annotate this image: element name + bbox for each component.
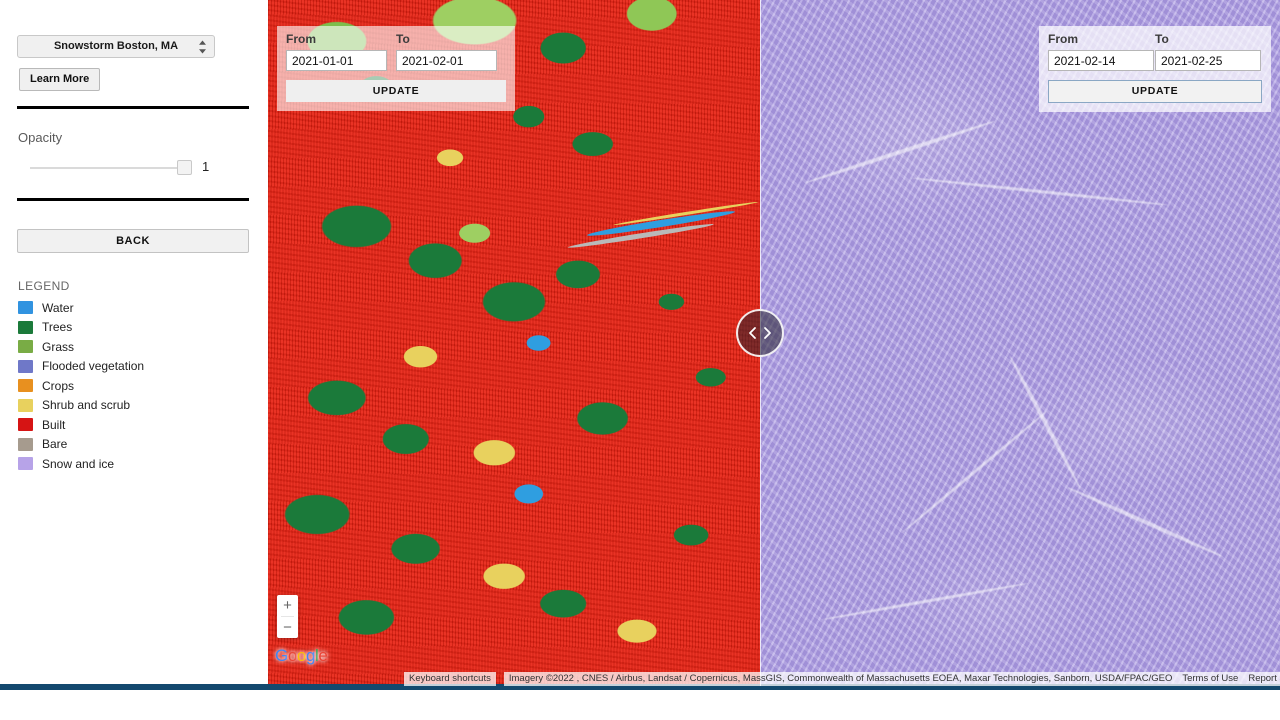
spinner-arrows-icon	[198, 40, 207, 53]
zoom-out-button[interactable]: −	[277, 617, 298, 638]
legend-item: Snow and ice	[18, 454, 248, 474]
legend-item: Bare	[18, 435, 248, 455]
legend-swatch	[18, 398, 33, 412]
legend-swatch	[18, 379, 33, 393]
legend-item: Shrub and scrub	[18, 396, 248, 416]
learn-more-button[interactable]: Learn More	[19, 68, 101, 91]
legend-item: Built	[18, 415, 248, 435]
dataset-select-wrapper: Snowstorm Boston, MA	[17, 35, 215, 58]
dataset-select[interactable]: Snowstorm Boston, MA	[17, 35, 215, 58]
back-button[interactable]: BACK	[17, 229, 249, 253]
left-to-col: To	[396, 32, 506, 71]
legend-item-label: Crops	[42, 378, 75, 393]
legend-item-label: Built	[42, 417, 66, 432]
right-to-input[interactable]	[1155, 50, 1261, 71]
legend-list: Water Trees Grass Flooded vegetation Crops Sh…	[18, 298, 248, 474]
left-date-fields: From To	[286, 32, 506, 71]
left-from-input[interactable]	[286, 50, 387, 71]
terrain-ridge	[804, 119, 996, 185]
legend-swatch	[18, 437, 33, 451]
legend-item: Water	[18, 298, 248, 318]
divider-top	[17, 106, 249, 109]
left-update-button[interactable]: UPDATE	[286, 80, 506, 102]
zoom-controls: + −	[277, 595, 298, 638]
legend-item-label: Shrub and scrub	[42, 398, 131, 413]
app-root: Snowstorm Boston, MA Learn More Opacity …	[0, 0, 1280, 720]
bottom-white-strip	[0, 690, 1280, 720]
google-logo-e: e	[318, 646, 328, 665]
opacity-label: Opacity	[18, 130, 63, 145]
right-date-panel: From To UPDATE	[1039, 26, 1271, 112]
google-logo-g1: G	[275, 646, 288, 665]
legend-swatch	[18, 301, 33, 315]
zoom-in-button[interactable]: +	[277, 595, 298, 616]
map-attribution-bar: Keyboard shortcuts Imagery ©2022 , CNES …	[268, 672, 1280, 686]
google-logo-o2: o	[296, 646, 306, 665]
swipe-left-right-arrows-icon	[747, 326, 773, 340]
terrain-ridge	[1008, 354, 1082, 490]
opacity-value: 1	[202, 159, 210, 174]
legend-swatch	[18, 359, 33, 373]
right-from-label: From	[1048, 32, 1078, 46]
terms-of-use-link[interactable]: Terms of Use	[1177, 672, 1244, 686]
legend-swatch	[18, 340, 33, 354]
legend-swatch	[18, 418, 33, 432]
right-from-col: From	[1048, 32, 1155, 71]
legend-item-label: Snow and ice	[42, 456, 115, 471]
keyboard-shortcuts-button[interactable]: Keyboard shortcuts	[404, 672, 496, 686]
terrain-ridge	[901, 409, 1049, 534]
legend-swatch	[18, 457, 33, 471]
legend-item-label: Flooded vegetation	[42, 359, 145, 374]
report-map-error-link[interactable]: Report a map error	[1243, 672, 1280, 686]
google-logo-o1: o	[287, 646, 297, 665]
opacity-slider-track[interactable]	[30, 167, 185, 169]
legend-item: Trees	[18, 318, 248, 338]
terrain-ridge	[821, 581, 1029, 622]
right-to-label: To	[1155, 32, 1169, 46]
dataset-select-value: Snowstorm Boston, MA	[53, 40, 179, 52]
opacity-slider[interactable]: 1	[30, 158, 240, 178]
legend-item-label: Grass	[42, 339, 75, 354]
left-to-input[interactable]	[396, 50, 497, 71]
imagery-attribution: Imagery ©2022 , CNES / Airbus, Landsat /…	[503, 672, 1178, 686]
left-from-col: From	[286, 32, 396, 71]
left-date-panel: From To UPDATE	[277, 26, 515, 111]
swipe-handle[interactable]	[736, 309, 784, 357]
google-logo-g2: g	[305, 646, 316, 665]
legend-swatch	[18, 320, 33, 334]
right-update-button[interactable]: UPDATE	[1048, 80, 1262, 103]
right-to-col: To	[1155, 32, 1262, 71]
left-from-label: From	[286, 32, 316, 46]
legend-item-label: Trees	[42, 320, 73, 335]
terrain-ridge	[1066, 485, 1224, 559]
legend-item-label: Water	[42, 300, 74, 315]
divider-bottom	[17, 198, 249, 201]
legend-item: Grass	[18, 337, 248, 357]
right-date-fields: From To	[1048, 32, 1262, 71]
left-to-label: To	[396, 32, 410, 46]
opacity-slider-thumb[interactable]	[177, 160, 192, 175]
map-canvas[interactable]: From To UPDATE From To	[268, 0, 1280, 686]
google-logo[interactable]: Google	[275, 646, 328, 666]
right-from-input[interactable]	[1048, 50, 1154, 71]
legend-item: Flooded vegetation	[18, 357, 248, 377]
legend-title: LEGEND	[18, 279, 70, 293]
legend-item: Crops	[18, 376, 248, 396]
sidebar: Snowstorm Boston, MA Learn More Opacity …	[0, 0, 268, 686]
legend-item-label: Bare	[42, 437, 68, 452]
terrain-ridge	[910, 176, 1170, 207]
